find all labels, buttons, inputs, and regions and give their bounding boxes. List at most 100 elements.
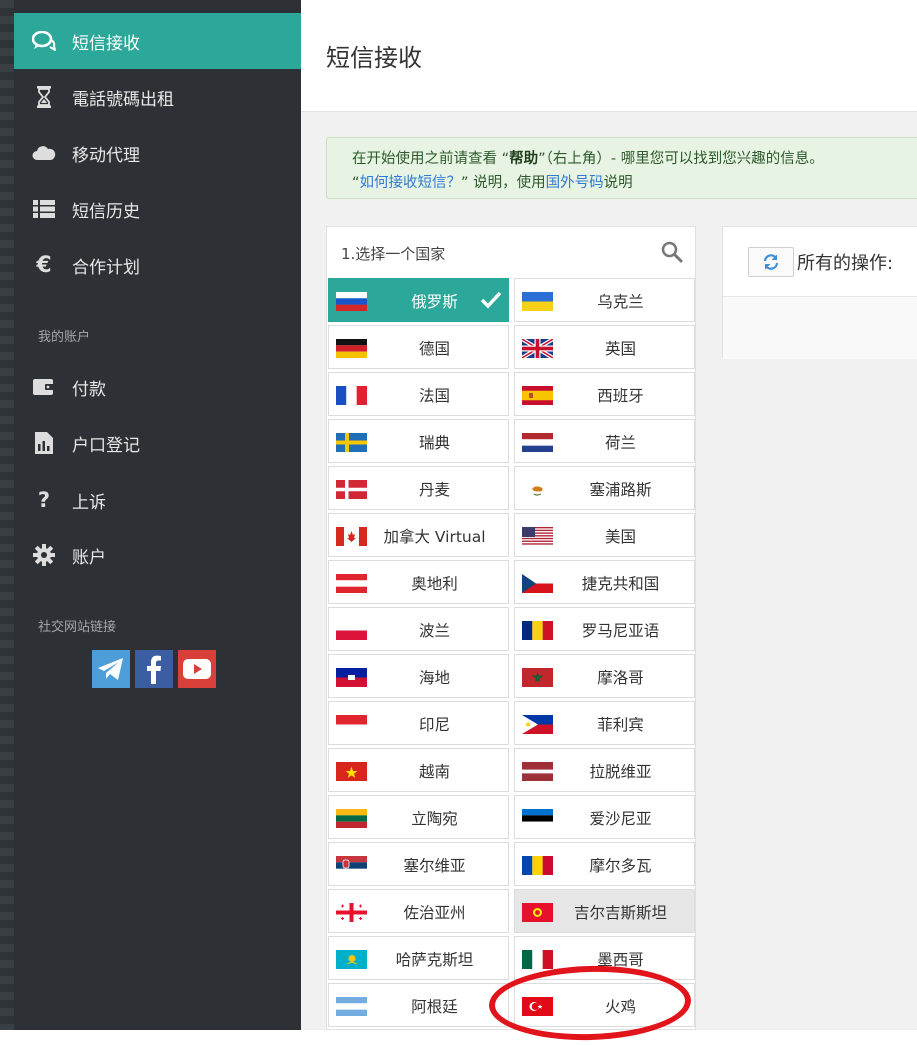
country-option[interactable]: 阿根廷: [328, 983, 509, 1027]
nav-label: 户口登记: [72, 435, 140, 456]
country-name: 塞尔维亚: [403, 857, 466, 875]
flag-icon: [336, 339, 367, 358]
flag-icon: [522, 292, 553, 311]
country-option[interactable]: 菲利宾: [514, 701, 695, 745]
flag-icon: [336, 809, 367, 828]
country-option[interactable]: 西班牙: [514, 372, 695, 416]
nav-appeal[interactable]: ? 上诉: [14, 472, 301, 528]
country-option[interactable]: 丹麦: [328, 466, 509, 510]
country-option[interactable]: 越南: [328, 748, 509, 792]
country-name: 荷兰: [604, 434, 636, 452]
flag-icon: [336, 574, 367, 593]
flag-icon: [522, 527, 553, 546]
search-icon[interactable]: [661, 241, 683, 267]
country-option[interactable]: 荷兰: [514, 419, 695, 463]
flag-icon: [336, 950, 367, 969]
country-select-label: 1.选择一个国家: [341, 245, 446, 263]
flag-icon: [336, 292, 367, 311]
operations-label: 所有的操作:: [797, 253, 894, 274]
country-name: 立陶宛: [411, 810, 458, 828]
flag-icon: [336, 480, 367, 499]
nav-registration[interactable]: 户口登记: [14, 415, 301, 471]
country-option[interactable]: 塞尔维亚: [328, 842, 509, 886]
country-name: 丹麦: [418, 481, 450, 499]
page-header: 短信接收: [301, 0, 917, 112]
country-option[interactable]: 吉尔吉斯斯坦: [514, 889, 695, 933]
flag-icon: [336, 715, 367, 734]
country-name: 佐治亚州: [403, 904, 466, 922]
country-option[interactable]: 瑞典: [328, 419, 509, 463]
nav-payment[interactable]: 付款: [14, 359, 301, 415]
country-option[interactable]: 波兰: [328, 607, 509, 651]
section-title-account: 我的账户: [38, 330, 91, 345]
telegram-icon[interactable]: [92, 650, 130, 688]
flag-icon: [336, 433, 367, 452]
flag-icon: [522, 621, 553, 640]
flag-icon: [336, 386, 367, 405]
flag-icon: [522, 433, 553, 452]
flag-icon: [336, 856, 367, 875]
nav-account[interactable]: 账户: [14, 527, 301, 583]
country-option[interactable]: 摩洛哥: [514, 654, 695, 698]
country-name: 罗马尼亚语: [581, 622, 660, 640]
nav-label: 短信历史: [72, 201, 140, 222]
page-title: 短信接收: [326, 44, 422, 72]
country-search-row[interactable]: 1.选择一个国家: [327, 227, 695, 277]
refresh-button[interactable]: [748, 247, 794, 277]
alert-text: “: [352, 175, 360, 191]
how-to-receive-sms-link[interactable]: 如何接收短信？: [360, 175, 462, 191]
question-icon: ?: [37, 488, 51, 512]
euro-icon: €: [36, 252, 52, 278]
nav-sms-history[interactable]: 短信历史: [14, 181, 301, 237]
nav-sms-receive[interactable]: 短信接收: [14, 13, 301, 69]
nav-label: 移动代理: [72, 145, 140, 166]
country-name: 哈萨克斯坦: [395, 951, 474, 969]
facebook-icon[interactable]: [135, 650, 173, 688]
flag-icon: [336, 668, 367, 687]
country-option[interactable]: 美国: [514, 513, 695, 557]
page-bottom: [0, 1030, 917, 1045]
country-name: 吉尔吉斯斯坦: [573, 904, 667, 922]
country-option[interactable]: 拉脱维亚: [514, 748, 695, 792]
country-name: 西班牙: [597, 387, 644, 405]
sidebar: 短信接收 電話號碼出租 移动代理 短信历史 € 合作计划 我的账户 付款 户口登…: [14, 0, 301, 1030]
country-option[interactable]: 法国: [328, 372, 509, 416]
flag-icon: [522, 339, 553, 358]
nav-phone-rental[interactable]: 電話號碼出租: [14, 69, 301, 125]
country-option[interactable]: 火鸡: [514, 983, 695, 1027]
nav-label: 電話號碼出租: [72, 89, 174, 110]
alert-text: ”（右上角）- 哪里您可以找到您兴趣的信息。: [538, 151, 824, 167]
country-option[interactable]: 哈萨克斯坦: [328, 936, 509, 980]
flag-icon: [522, 856, 553, 875]
checkmark-icon: [480, 291, 502, 313]
flag-icon: [522, 715, 553, 734]
country-option[interactable]: 摩尔多瓦: [514, 842, 695, 886]
country-option[interactable]: 英国: [514, 325, 695, 369]
country-option[interactable]: 佐治亚州: [328, 889, 509, 933]
country-option[interactable]: 奥地利: [328, 560, 509, 604]
nav-label: 合作计划: [72, 257, 140, 278]
nav-label: 上诉: [72, 492, 106, 513]
country-option[interactable]: 德国: [328, 325, 509, 369]
country-option[interactable]: 加拿大 Virtual: [328, 513, 509, 557]
info-alert: 在开始使用之前请查看 “帮助”（右上角）- 哪里您可以找到您兴趣的信息。 “如何…: [326, 137, 917, 199]
country-option[interactable]: 塞浦路斯: [514, 466, 695, 510]
country-option[interactable]: 立陶宛: [328, 795, 509, 839]
country-option[interactable]: 墨西哥: [514, 936, 695, 980]
country-name: 海地: [418, 669, 450, 687]
flag-icon: [522, 668, 553, 687]
nav-partner-program[interactable]: € 合作计划: [14, 237, 301, 293]
country-option[interactable]: 俄罗斯: [328, 278, 509, 322]
country-option[interactable]: 罗马尼亚语: [514, 607, 695, 651]
country-option[interactable]: 印尼: [328, 701, 509, 745]
country-option[interactable]: 爱沙尼亚: [514, 795, 695, 839]
country-name: 火鸡: [604, 998, 636, 1016]
foreign-numbers-link[interactable]: 国外号码: [546, 175, 604, 191]
country-option[interactable]: 海地: [328, 654, 509, 698]
flag-icon: [336, 621, 367, 640]
youtube-icon[interactable]: [178, 650, 216, 688]
country-option[interactable]: 乌克兰: [514, 278, 695, 322]
country-option[interactable]: 捷克共和国: [514, 560, 695, 604]
operations-panel: 所有的操作:: [722, 226, 917, 359]
nav-mobile-proxy[interactable]: 移动代理: [14, 125, 301, 181]
